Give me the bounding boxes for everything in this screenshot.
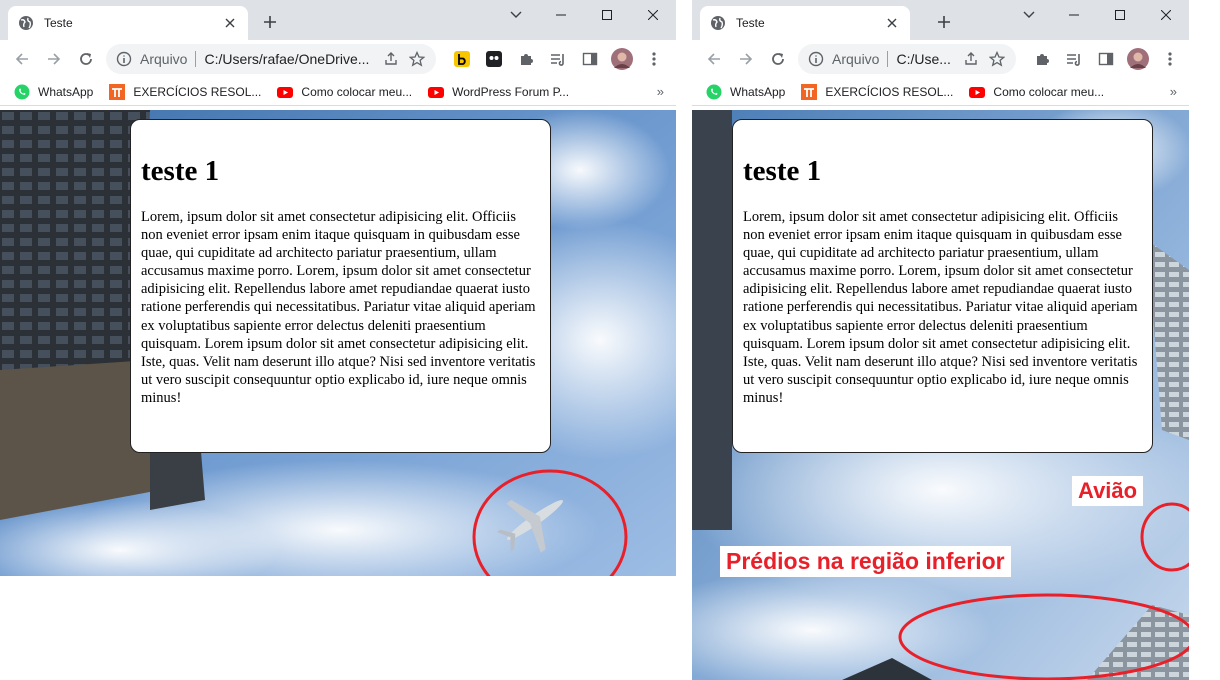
- browser-toolbar: Arquivo C:/Users/rafae/OneDrive...: [0, 40, 676, 78]
- reading-list-icon[interactable]: [1058, 43, 1090, 75]
- minimize-icon[interactable]: [538, 0, 584, 30]
- annotation-buildings-label: Prédios na região inferior: [720, 546, 1011, 577]
- extensions-icon[interactable]: [1026, 43, 1058, 75]
- address-scheme: Arquivo: [832, 51, 880, 67]
- bookmark-label: EXERCÍCIOS RESOL...: [825, 84, 954, 99]
- side-panel-icon[interactable]: [1090, 43, 1122, 75]
- minimize-icon[interactable]: [1051, 0, 1097, 30]
- extension-b-icon[interactable]: [446, 43, 478, 75]
- window-close-icon[interactable]: [630, 0, 676, 30]
- address-separator: [195, 51, 197, 67]
- card-body: Lorem, ipsum dolor sit amet consectetur …: [743, 209, 1138, 406]
- whatsapp-icon: [706, 84, 722, 100]
- tab-strip: Teste: [0, 0, 676, 40]
- bookmark-exercicios[interactable]: EXERCÍCIOS RESOL...: [109, 83, 262, 100]
- info-icon[interactable]: [808, 51, 824, 67]
- bookmark-exercicios[interactable]: EXERCÍCIOS RESOL...: [801, 83, 954, 100]
- extensions-icon[interactable]: [510, 43, 542, 75]
- browser-toolbar: Arquivo C:/Use...: [692, 40, 1189, 78]
- card-body: Lorem, ipsum dolor sit amet consectetur …: [141, 209, 536, 406]
- youtube-icon: [428, 84, 445, 100]
- plus-icon[interactable]: [932, 10, 956, 34]
- bookmarks-bar: WhatsApp EXERCÍCIOS RESOL... Como coloca…: [692, 78, 1189, 106]
- bookmark-label: WordPress Forum P...: [452, 84, 570, 99]
- forward-icon[interactable]: [730, 43, 762, 75]
- tab-teste[interactable]: Teste: [8, 6, 248, 40]
- page-viewport: teste 1 Lorem, ipsum dolor sit amet cons…: [0, 110, 676, 576]
- browser-window-right: Teste Arquivo C:/Use... WhatsApp EXERCÍC…: [692, 0, 1189, 680]
- tab-teste[interactable]: Teste: [700, 6, 910, 40]
- maximize-icon[interactable]: [1097, 0, 1143, 30]
- globe-icon: [18, 15, 34, 31]
- chevron-down-icon[interactable]: [1019, 6, 1039, 24]
- window-close-icon[interactable]: [1143, 0, 1189, 30]
- address-bar[interactable]: Arquivo C:/Users/rafae/OneDrive...: [106, 44, 436, 74]
- bookmarks-bar: WhatsApp EXERCÍCIOS RESOL... Como coloca…: [0, 78, 676, 106]
- bookmark-wordpress[interactable]: WordPress Forum P...: [428, 84, 569, 100]
- bookmarks-overflow-icon[interactable]: »: [1170, 84, 1177, 99]
- kebab-menu-icon[interactable]: [1154, 43, 1186, 75]
- close-icon[interactable]: [884, 15, 900, 31]
- tab-title: Teste: [736, 16, 765, 30]
- reload-icon[interactable]: [762, 43, 794, 75]
- window-controls: [538, 0, 676, 30]
- pi-icon: [109, 83, 126, 100]
- maximize-icon[interactable]: [584, 0, 630, 30]
- bookmark-label: WhatsApp: [730, 84, 786, 99]
- youtube-icon: [969, 84, 986, 100]
- bookmark-label: Como colocar meu...: [301, 84, 413, 99]
- reload-icon[interactable]: [70, 43, 102, 75]
- card-heading: teste 1: [743, 155, 822, 187]
- content-card: teste 1 Lorem, ipsum dolor sit amet cons…: [732, 119, 1153, 453]
- share-icon[interactable]: [958, 46, 984, 72]
- tab-title: Teste: [44, 16, 73, 30]
- back-icon[interactable]: [698, 43, 730, 75]
- youtube-icon: [277, 84, 294, 100]
- kebab-menu-icon[interactable]: [638, 43, 670, 75]
- address-url[interactable]: C:/Use...: [896, 51, 958, 67]
- bookmark-como-colocar[interactable]: Como colocar meu...: [969, 84, 1104, 100]
- extension-theater-icon[interactable]: [478, 43, 510, 75]
- address-separator: [887, 51, 889, 67]
- back-icon[interactable]: [6, 43, 38, 75]
- whatsapp-icon: [14, 84, 30, 100]
- address-bar[interactable]: Arquivo C:/Use...: [798, 44, 1016, 74]
- content-card: teste 1 Lorem, ipsum dolor sit amet cons…: [130, 119, 551, 453]
- side-panel-icon[interactable]: [574, 43, 606, 75]
- share-icon[interactable]: [378, 46, 404, 72]
- bookmarks-overflow-icon[interactable]: »: [657, 84, 664, 99]
- close-icon[interactable]: [222, 15, 238, 31]
- forward-icon[interactable]: [38, 43, 70, 75]
- window-controls: [1051, 0, 1189, 30]
- annotation-plane-label: Avião: [1072, 476, 1144, 506]
- bookmark-label: Como colocar meu...: [993, 84, 1105, 99]
- plus-icon[interactable]: [258, 10, 282, 34]
- info-icon[interactable]: [116, 51, 132, 67]
- reading-list-icon[interactable]: [542, 43, 574, 75]
- bookmark-label: WhatsApp: [38, 84, 94, 99]
- globe-icon: [710, 15, 726, 31]
- address-scheme: Arquivo: [140, 51, 188, 67]
- profile-avatar[interactable]: [606, 43, 638, 75]
- bookmark-como-colocar[interactable]: Como colocar meu...: [277, 84, 412, 100]
- star-icon[interactable]: [404, 46, 430, 72]
- bookmark-whatsapp[interactable]: WhatsApp: [14, 84, 93, 100]
- star-icon[interactable]: [984, 46, 1010, 72]
- bookmark-whatsapp[interactable]: WhatsApp: [706, 84, 785, 100]
- card-heading: teste 1: [141, 155, 220, 187]
- profile-avatar[interactable]: [1122, 43, 1154, 75]
- chevron-down-icon[interactable]: [506, 6, 526, 24]
- pi-icon: [801, 83, 818, 100]
- browser-window-left: Teste Arquivo C:/Users/rafae/OneDrive...: [0, 0, 676, 680]
- address-url[interactable]: C:/Users/rafae/OneDrive...: [204, 51, 378, 67]
- page-viewport: teste 1 Lorem, ipsum dolor sit amet cons…: [692, 110, 1189, 680]
- tab-strip: Teste: [692, 0, 1189, 40]
- bookmark-label: EXERCÍCIOS RESOL...: [133, 84, 262, 99]
